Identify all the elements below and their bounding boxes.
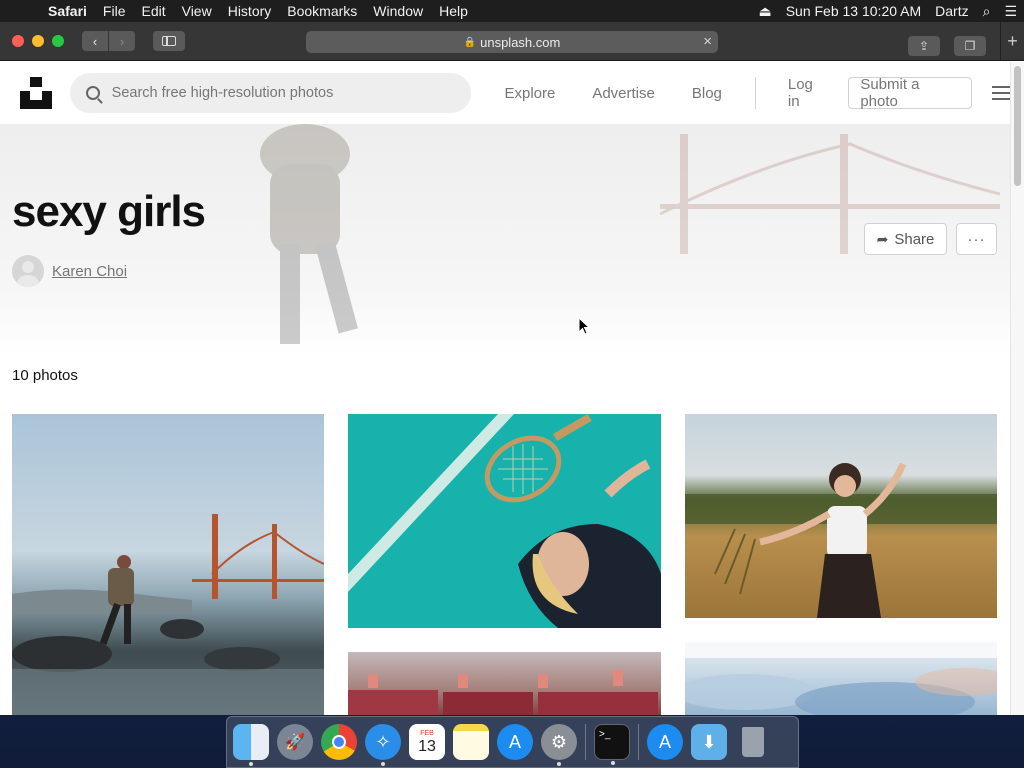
share-arrow-icon: ➦ (876, 230, 889, 247)
menubar-clock[interactable]: Sun Feb 13 10:20 AM (779, 3, 928, 19)
address-bar-url: unsplash.com (480, 34, 561, 50)
launchpad-icon[interactable]: 🚀 (277, 724, 313, 760)
menu-window[interactable]: Window (365, 0, 431, 22)
hero-background-image (660, 134, 1000, 254)
calendar-month: FEB (420, 729, 434, 737)
mouse-cursor-icon (578, 317, 590, 335)
plus-icon: + (1007, 31, 1018, 51)
chevron-left-icon: ‹ (92, 33, 98, 49)
photo-beach-hiker-image (12, 514, 324, 715)
nav-blog-link[interactable]: Blog (692, 85, 722, 102)
login-link[interactable]: Log in (788, 76, 828, 110)
stop-loading-icon[interactable]: × (703, 33, 712, 50)
trash-icon[interactable] (735, 724, 771, 760)
more-options-button[interactable]: ··· (956, 223, 997, 255)
chrome-icon[interactable] (321, 724, 357, 760)
nav-advertise-link[interactable]: Advertise (592, 85, 655, 102)
photo-field-girl[interactable] (685, 414, 997, 618)
search-placeholder: Search free high-resolution photos (111, 85, 334, 101)
terminal-icon[interactable]: >_ (594, 724, 630, 765)
scrollbar-thumb[interactable] (1014, 66, 1021, 186)
dock-separator-2 (638, 724, 639, 760)
photo-field-girl-image (685, 462, 997, 618)
forward-button[interactable]: › (109, 31, 135, 51)
new-tab-button[interactable]: + (1000, 22, 1024, 61)
app-store-folder-icon[interactable]: A (647, 724, 683, 760)
share-toolbar-button[interactable]: ⇪ (908, 36, 940, 56)
share-icon: ⇪ (918, 39, 930, 53)
sidebar-toggle-button[interactable] (153, 31, 185, 51)
downloads-folder-icon[interactable]: ⬇ (691, 724, 727, 760)
share-button-label: Share (894, 230, 935, 248)
avatar[interactable] (12, 255, 44, 287)
tab-overview-button[interactable]: ❐ (954, 36, 986, 56)
window-controls (12, 35, 64, 47)
chevron-right-icon: › (119, 33, 125, 49)
browser-toolbar: ‹ › 🔒 unsplash.com × ⇪ ❐ + (0, 22, 1024, 61)
search-icon (85, 86, 100, 100)
sidebar-icon (162, 36, 176, 46)
photo-sky[interactable] (685, 642, 997, 715)
page-scrollbar[interactable] (1010, 62, 1024, 715)
photo-bottles-image (348, 670, 658, 715)
photo-sky-image (685, 642, 997, 715)
photo-bottles[interactable] (348, 652, 661, 715)
fullscreen-window-button[interactable] (52, 35, 64, 47)
header-divider (754, 77, 756, 109)
app-store-icon[interactable]: A (497, 724, 533, 760)
menu-bar: Safari File Edit View History Bookmarks … (0, 0, 1024, 22)
menu-app-safari[interactable]: Safari (40, 0, 95, 22)
calendar-day: 13 (418, 737, 436, 755)
notes-icon[interactable] (453, 724, 489, 760)
site-header: Search free high-resolution photos Explo… (0, 62, 1010, 124)
dock: 🚀 ✧ FEB 13 A ⚙ >_ A ⬇ (226, 716, 799, 768)
tabs-icon: ❐ (964, 39, 976, 53)
nav-explore-link[interactable]: Explore (504, 85, 555, 102)
menu-view[interactable]: View (174, 0, 220, 22)
safari-window: ‹ › 🔒 unsplash.com × ⇪ ❐ + Search free h… (0, 22, 1024, 715)
menubar-user[interactable]: Dartz (928, 3, 975, 19)
share-button[interactable]: ➦ Share (864, 223, 947, 255)
calendar-icon[interactable]: FEB 13 (409, 724, 445, 760)
photo-count: 10 photos (12, 367, 78, 384)
back-button[interactable]: ‹ (82, 31, 108, 51)
hero-person-silhouette (260, 124, 358, 344)
menu-file[interactable]: File (95, 0, 134, 22)
lock-icon: 🔒 (463, 36, 477, 48)
submit-photo-button[interactable]: Submit a photo (848, 76, 973, 110)
search-input[interactable]: Search free high-resolution photos (69, 73, 472, 113)
minimize-window-button[interactable] (32, 35, 44, 47)
finder-icon[interactable] (233, 724, 269, 766)
menu-bookmarks[interactable]: Bookmarks (279, 0, 365, 22)
web-page: Search free high-resolution photos Explo… (0, 62, 1010, 715)
eject-icon[interactable]: ⏏ (751, 3, 778, 20)
header-nav: Explore Advertise Blog (504, 85, 721, 102)
collection-author[interactable]: Karen Choi (12, 255, 127, 287)
photo-tennis-racket[interactable] (348, 414, 661, 628)
system-preferences-icon[interactable]: ⚙ (541, 724, 577, 766)
notification-center-icon[interactable]: ☰ (997, 3, 1024, 20)
spotlight-search-icon[interactable]: ⌕ (976, 3, 998, 20)
photo-tennis-racket-image (348, 414, 661, 628)
menu-help[interactable]: Help (431, 0, 476, 22)
collection-title: sexy girls (12, 187, 206, 236)
hamburger-menu-icon[interactable] (992, 86, 1010, 100)
close-window-button[interactable] (12, 35, 24, 47)
address-bar[interactable]: 🔒 unsplash.com × (306, 31, 718, 53)
dock-separator (585, 724, 586, 760)
safari-icon[interactable]: ✧ (365, 724, 401, 766)
collection-hero (0, 124, 1010, 356)
ellipsis-icon: ··· (967, 230, 986, 248)
menu-edit[interactable]: Edit (133, 0, 173, 22)
menu-history[interactable]: History (220, 0, 280, 22)
photo-beach-hiker[interactable] (12, 414, 324, 715)
unsplash-logo-icon[interactable] (20, 77, 52, 109)
author-name-link[interactable]: Karen Choi (52, 263, 127, 280)
